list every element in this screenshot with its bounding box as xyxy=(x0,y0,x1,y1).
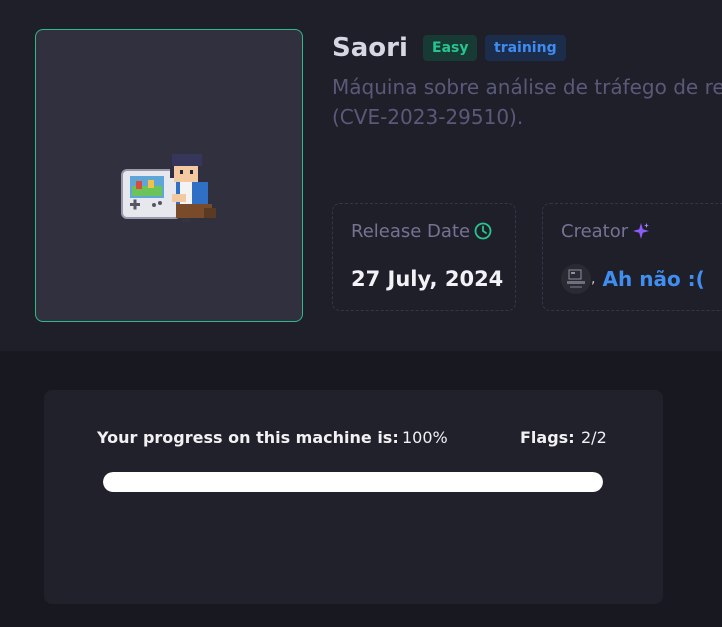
clock-icon xyxy=(474,222,492,240)
machine-description: Máquina sobre análise de tráfego de rede… xyxy=(332,75,722,129)
progress-value: 100% xyxy=(402,428,448,447)
creator-name-link[interactable]: Ah não :( xyxy=(603,267,705,291)
flags-value: 2/2 xyxy=(581,428,607,447)
avatar-image-icon xyxy=(561,264,591,294)
release-date-label: Release Date xyxy=(351,221,471,242)
machine-image xyxy=(35,29,303,322)
machine-header: Saori Easy training Máquina sobre anális… xyxy=(0,0,722,351)
creator-avatar[interactable] xyxy=(561,264,591,294)
category-badge: training xyxy=(485,35,566,61)
release-date-label-row: Release Date xyxy=(351,220,492,244)
release-date-card: Release Date 27 July, 2024 xyxy=(332,203,516,311)
progress-card: Your progress on this machine is: 100% F… xyxy=(44,390,663,604)
machine-name: Saori xyxy=(332,33,408,63)
progress-label: Your progress on this machine is: xyxy=(97,428,399,447)
pixel-art-gamer-icon xyxy=(121,154,216,222)
progress-bar xyxy=(103,472,603,492)
release-date-value: 27 July, 2024 xyxy=(351,267,504,291)
creator-label-row: Creator xyxy=(561,220,650,244)
creator-card: Creator , Ah não :( xyxy=(542,203,722,311)
creator-separator: , xyxy=(591,271,596,287)
creator-label: Creator xyxy=(561,221,629,242)
flags-label: Flags: xyxy=(520,428,575,447)
creator-row: , Ah não :( xyxy=(561,264,705,294)
difficulty-badge: Easy xyxy=(423,35,478,61)
progress-bar-fill xyxy=(103,472,603,492)
sparkle-icon xyxy=(633,223,650,239)
